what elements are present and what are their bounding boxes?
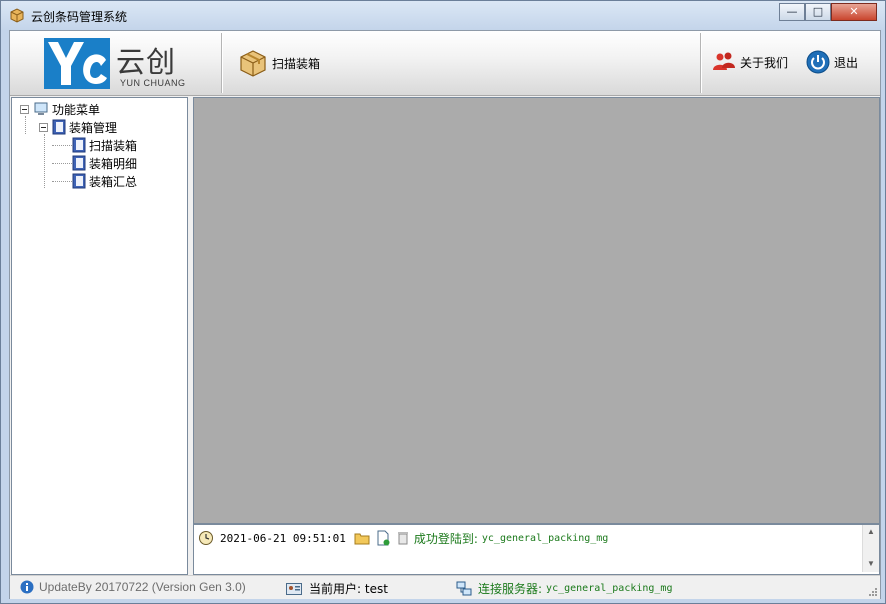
close-button[interactable]: ✕: [831, 3, 877, 21]
tree-root-label: 功能菜单: [52, 102, 101, 117]
toolbar: 云创 YUN CHUANG 扫描装箱 关于我们 退出: [10, 31, 880, 96]
tree-line: [52, 163, 72, 164]
server-label: 连接服务器:: [478, 582, 543, 596]
book-icon: [72, 173, 86, 189]
tree-item-pack-summary[interactable]: 装箱汇总: [72, 173, 137, 189]
info-icon: [20, 580, 34, 594]
about-label: 关于我们: [740, 55, 789, 70]
scroll-down-icon[interactable]: ▼: [867, 559, 875, 568]
title-bar[interactable]: 云创条码管理系统 — □ ✕: [1, 1, 885, 29]
status-server: 连接服务器: yc_general_packing_mg: [456, 580, 672, 597]
tree-item-scan-pack[interactable]: 扫描装箱: [72, 137, 137, 153]
status-version: UpdateBy 20170722 (Version Gen 3.0): [20, 580, 246, 594]
folder-icon[interactable]: [354, 530, 370, 546]
id-card-icon: [286, 582, 302, 595]
logo-mark: [44, 38, 110, 89]
version-text: UpdateBy 20170722 (Version Gen 3.0): [39, 580, 246, 594]
tree-item-pack-detail[interactable]: 装箱明细: [72, 155, 137, 171]
app-window: 云创条码管理系统 — □ ✕ 云创 YUN CHUANG 扫描装箱 关于我们 退…: [0, 0, 886, 604]
tree-node-packing-management[interactable]: 装箱管理: [39, 119, 117, 135]
logo-text: 云创: [116, 45, 177, 79]
collapse-toggle[interactable]: [20, 104, 29, 114]
log-server: yc_general_packing_mg: [481, 532, 609, 544]
close-icon: ✕: [849, 5, 859, 18]
log-entry: 2021-06-21 09:51:01 成功登陆到: yc_general_pa…: [198, 529, 608, 547]
exit-label: 退出: [834, 55, 859, 70]
scan-pack-button[interactable]: 扫描装箱: [238, 48, 320, 78]
book-icon: [52, 119, 66, 135]
logo-subtext: YUN CHUANG: [120, 78, 186, 88]
tree-line: [52, 181, 72, 182]
network-icon: [456, 581, 472, 595]
toolbar-separator: [221, 33, 223, 93]
maximize-icon: □: [812, 5, 824, 18]
tree-item-label: 装箱明细: [89, 156, 138, 171]
function-menu-tree: 功能菜单 装箱管理 扫描装箱 装箱明细 装箱汇总: [11, 97, 188, 575]
people-icon: [713, 52, 735, 70]
status-bar: UpdateBy 20170722 (Version Gen 3.0) 当前用户…: [10, 575, 880, 599]
current-user-text: 当前用户: test: [309, 582, 388, 596]
tree-item-label: 装箱汇总: [89, 174, 138, 189]
scroll-up-icon[interactable]: ▲: [867, 527, 875, 536]
log-message: 成功登陆到:: [413, 531, 478, 546]
minimize-button[interactable]: —: [779, 3, 805, 21]
main-client-area: 云创 YUN CHUANG 扫描装箱 关于我们 退出 功能菜单 装箱管理 扫描装…: [9, 30, 881, 599]
computer-icon: [34, 102, 48, 115]
document-add-icon[interactable]: [375, 530, 391, 546]
log-scrollbar[interactable]: ▲ ▼: [862, 525, 879, 572]
package-icon: [10, 8, 24, 23]
window-title: 云创条码管理系统: [31, 10, 128, 24]
book-icon: [72, 155, 86, 171]
trash-icon[interactable]: [396, 530, 410, 546]
maximize-button[interactable]: □: [805, 3, 831, 21]
scan-pack-label: 扫描装箱: [272, 56, 321, 71]
tree-group-label: 装箱管理: [69, 120, 118, 135]
tree-node-root[interactable]: 功能菜单: [20, 101, 100, 117]
toolbar-separator: [700, 33, 702, 93]
tree-item-label: 扫描装箱: [89, 138, 138, 153]
log-panel[interactable]: 2021-06-21 09:51:01 成功登陆到: yc_general_pa…: [193, 524, 880, 575]
exit-button[interactable]: 退出: [806, 50, 858, 74]
server-name: yc_general_packing_mg: [546, 583, 673, 594]
box-icon: [240, 50, 266, 77]
tree-line: [25, 116, 26, 134]
tree-line: [52, 145, 72, 146]
book-icon: [72, 137, 86, 153]
power-icon: [806, 50, 830, 74]
clock-icon: [199, 531, 213, 545]
tree-line: [44, 134, 45, 188]
mdi-work-area[interactable]: [193, 97, 880, 524]
collapse-toggle[interactable]: [39, 122, 48, 132]
about-button[interactable]: 关于我们: [712, 50, 788, 74]
status-user: 当前用户: test: [286, 580, 388, 597]
minimize-icon: —: [786, 5, 798, 18]
log-timestamp: 2021-06-21 09:51:01: [220, 531, 346, 545]
resize-grip-icon[interactable]: [868, 587, 878, 597]
